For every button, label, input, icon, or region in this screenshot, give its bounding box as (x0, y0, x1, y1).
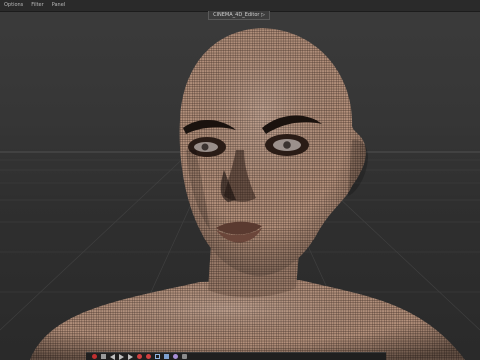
key-icon[interactable] (146, 354, 151, 359)
settings-icon[interactable] (182, 354, 187, 359)
playback-toolbar (86, 352, 386, 360)
menu-filter[interactable]: Filter (27, 0, 47, 11)
menu-panel[interactable]: Panel (48, 0, 70, 11)
sphere-icon[interactable] (173, 354, 178, 359)
grid-icon[interactable] (155, 354, 160, 359)
camera-label[interactable]: CINEMA_4D_Editor ▷ (208, 11, 270, 20)
3d-viewport[interactable]: Options Filter Panel CINEMA_4D_Editor ▷ (0, 0, 480, 360)
play-back-icon[interactable] (110, 353, 115, 360)
record-icon[interactable] (92, 354, 97, 359)
menu-options[interactable]: Options (0, 0, 27, 11)
key-icon[interactable] (137, 354, 142, 359)
right-eye (265, 134, 309, 156)
cube-icon[interactable] (164, 354, 169, 359)
play-icon[interactable] (119, 353, 124, 360)
play-forward-icon[interactable] (128, 353, 133, 360)
stop-icon[interactable] (101, 354, 106, 359)
viewport-scene[interactable] (0, 0, 480, 360)
